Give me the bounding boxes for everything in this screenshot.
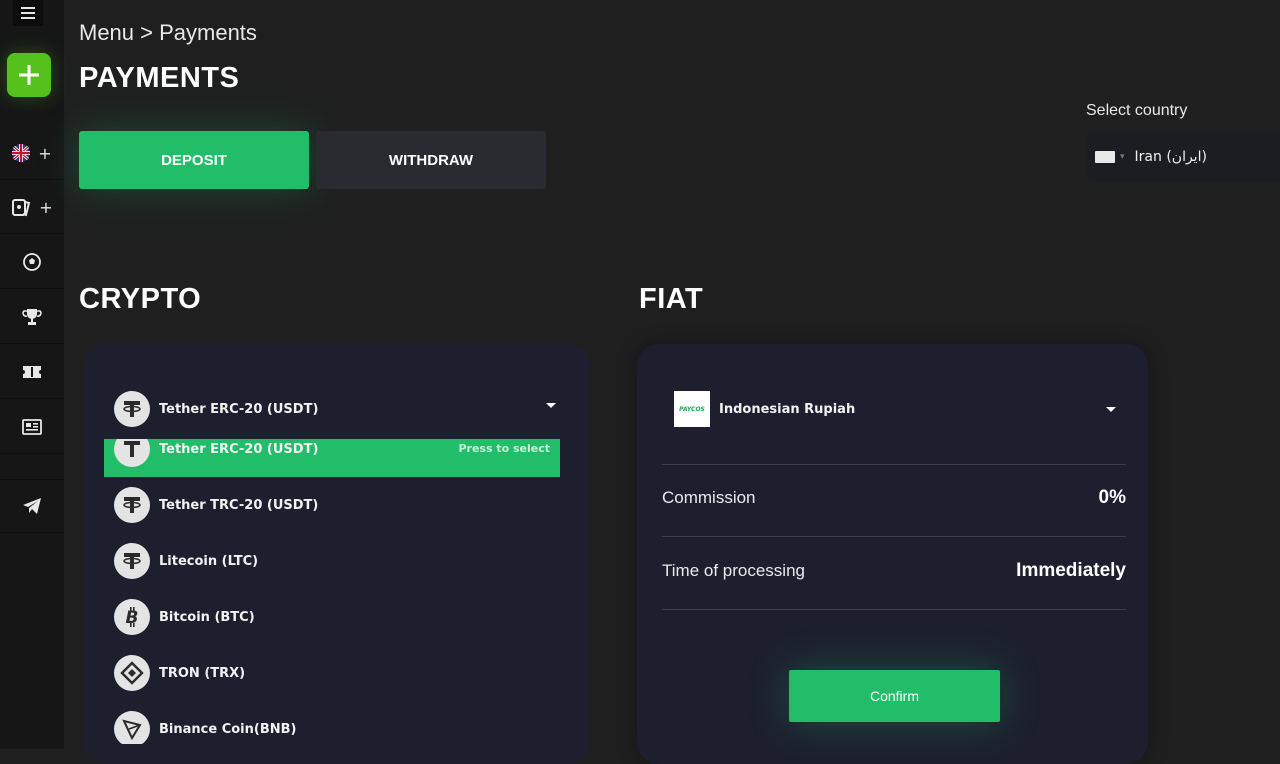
sidebar-item-casino[interactable]: + [0,181,64,234]
sidebar-item-sports[interactable] [0,236,64,289]
fiat-selected-label: Indonesian Rupiah [719,401,856,417]
tab-deposit[interactable]: DEPOSIT [79,131,309,189]
news-icon [22,419,42,435]
list-item-label: Binance Coin(BNB) [159,721,297,737]
press-to-select-hint: Press to select [458,442,550,455]
list-item-label: Litecoin (LTC) [159,553,259,569]
add-button[interactable] [7,53,51,97]
list-item[interactable]: Binance Coin(BNB) [104,701,560,744]
page-title: PAYMENTS [79,62,240,94]
list-item[interactable]: Litecoin (LTC) [104,533,560,589]
crypto-panel: Tether ERC-20 (USDT) Tether ERC-20 (USDT… [84,344,590,764]
tether-icon [114,487,150,523]
commission-label: Commission [662,488,756,507]
telegram-icon [23,498,41,514]
trophy-icon [22,309,42,325]
uk-flag-icon [12,144,31,162]
plus-icon: + [39,197,53,217]
fiat-title: FIAT [639,283,704,315]
divider [662,609,1126,610]
divider [662,464,1126,465]
processing-value: Immediately [1016,560,1126,581]
hamburger-icon [21,7,35,19]
binance-icon [114,655,150,691]
sidebar-item-tickets[interactable] [0,346,64,399]
breadcrumb: Menu > Payments [79,20,257,45]
list-item[interactable]: Tether ERC-20 (USDT) Press to select [104,439,560,477]
divider [662,536,1126,537]
list-item-label: Tether ERC-20 (USDT) [159,441,319,457]
flag-icon [1095,150,1115,163]
crypto-dropdown-list: Tether ERC-20 (USDT) Press to select Tet… [104,439,560,744]
tab-withdraw[interactable]: WITHDRAW [316,131,546,189]
fiat-select[interactable]: PAYCOS Indonesian Rupiah [674,391,1129,427]
cards-icon [12,199,31,217]
ticket-icon [23,366,41,378]
tether-icon [114,439,150,467]
soccer-ball-icon [23,253,41,271]
confirm-button[interactable]: Confirm [789,670,1000,722]
chevron-down-icon: ▾ [1120,151,1125,162]
crypto-selected-label: Tether ERC-20 (USDT) [159,401,319,417]
tether-icon [114,391,150,427]
sidebar-item-language[interactable]: + [0,127,64,180]
commission-value: 0% [1098,487,1126,508]
processing-label: Time of processing [662,561,805,580]
menu-button[interactable] [13,0,43,26]
country-value: Iran (ایران) [1134,148,1207,165]
plus-icon [19,65,39,85]
list-item-label: Tether TRC-20 (USDT) [159,497,319,513]
caret-down-icon [1106,407,1116,412]
country-label: Select country [1086,102,1188,119]
tether-icon [114,543,150,579]
bitcoin-icon: B [114,599,150,635]
sidebar-item-news[interactable] [0,401,64,454]
commission-row: Commission 0% [662,487,1126,509]
sidebar-item-telegram[interactable] [0,479,64,533]
list-item-label: Bitcoin (BTC) [159,609,255,625]
country-select[interactable]: ▾ Iran (ایران) [1087,131,1280,182]
crypto-select[interactable]: Tether ERC-20 (USDT) [114,391,556,427]
svg-text:B: B [126,608,139,628]
plus-icon: + [38,143,52,163]
paycos-logo: PAYCOS [674,391,710,427]
tron-icon [114,711,150,744]
fiat-panel: PAYCOS Indonesian Rupiah Commission 0% T… [637,344,1148,764]
list-item[interactable]: Tether TRC-20 (USDT) [104,477,560,533]
sidebar-item-tournaments[interactable] [0,291,64,344]
list-item[interactable]: TRON (TRX) [104,645,560,701]
list-item[interactable]: B Bitcoin (BTC) [104,589,560,645]
crypto-title: CRYPTO [79,283,202,315]
processing-row: Time of processing Immediately [662,560,1126,582]
list-item-label: TRON (TRX) [159,665,246,681]
sidebar: + + [0,0,64,749]
caret-down-icon [546,403,556,408]
